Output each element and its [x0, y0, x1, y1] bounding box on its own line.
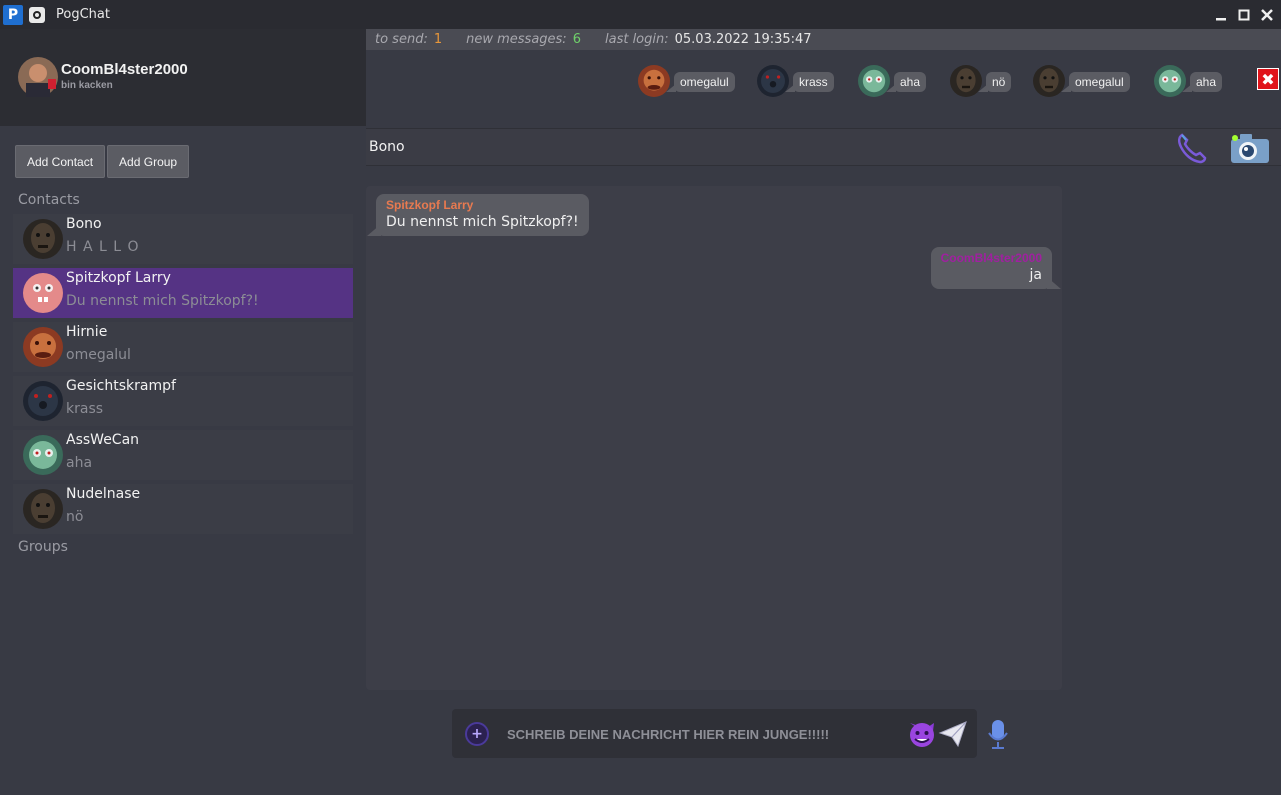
contact-last-message: Du nennst mich Spitzkopf?!: [66, 293, 259, 309]
bubble-avatar: [638, 65, 670, 97]
to-send-label: to send:: [375, 32, 428, 47]
message-text: Du nennst mich Spitzkopf?!: [386, 214, 579, 230]
top-strip: to send: 1 new messages: 6 last login: 0…: [366, 29, 1281, 128]
contact-item[interactable]: Spitzkopf Larry Du nennst mich Spitzkopf…: [13, 268, 353, 318]
stats-bar: to send: 1 new messages: 6 last login: 0…: [366, 29, 1281, 50]
status-bubble[interactable]: nö: [950, 65, 1012, 97]
close-icon: [1260, 8, 1273, 21]
contact-item[interactable]: Hirnie omegalul: [13, 322, 353, 372]
contact-last-message: aha: [66, 455, 93, 471]
status-bubble[interactable]: krass: [757, 65, 834, 97]
title-bar: P PogChat: [0, 0, 1281, 29]
maximize-icon: [1238, 9, 1249, 20]
contact-item[interactable]: AssWeCan aha: [13, 430, 353, 480]
add-contact-button[interactable]: Add Contact: [15, 145, 106, 178]
groups-title[interactable]: Groups: [18, 539, 68, 555]
contact-name: Gesichtskrampf: [66, 378, 176, 394]
chat-messages: Spitzkopf Larry Du nennst mich Spitzkopf…: [366, 186, 1062, 690]
microphone-icon[interactable]: [986, 718, 1010, 750]
contact-item[interactable]: Gesichtskrampf krass: [13, 376, 353, 426]
message-input[interactable]: [507, 721, 897, 747]
contact-name: Nudelnase: [66, 486, 141, 502]
message-text: ja: [1029, 267, 1042, 283]
bubble-text: omegalul: [1061, 72, 1130, 92]
contact-avatar: [23, 435, 63, 475]
phone-icon[interactable]: [1174, 131, 1208, 165]
status-bubble[interactable]: omegalul: [1033, 65, 1130, 97]
camera-icon[interactable]: [1228, 131, 1272, 165]
message-sender: Spitzkopf Larry: [386, 198, 474, 212]
window-title: PogChat: [56, 7, 110, 22]
contact-name: AssWeCan: [66, 432, 140, 448]
contact-name: Bono: [66, 216, 102, 232]
contact-last-message: omegalul: [66, 347, 131, 363]
contact-item[interactable]: Nudelnase nö: [13, 484, 353, 534]
bubble-avatar: [1033, 65, 1065, 97]
contact-list: Bono H A L L O Spitzkopf Larry Du nennst…: [13, 214, 353, 538]
app-logo-icon: P: [3, 4, 23, 25]
message-input-bar: +: [452, 709, 977, 758]
close-red-button[interactable]: ✖: [1257, 68, 1279, 90]
profile-username: CoomBl4ster2000: [61, 61, 188, 78]
bubble-avatar: [1154, 65, 1186, 97]
bubble-text: aha: [885, 72, 927, 92]
contact-name: Spitzkopf Larry: [66, 270, 171, 286]
chat-contact-name: Bono: [369, 139, 405, 155]
contact-avatar: [23, 327, 63, 367]
bubble-avatar: [757, 65, 789, 97]
to-send-value: 1: [433, 32, 443, 47]
contact-item[interactable]: Bono H A L L O: [13, 214, 353, 264]
minimize-button[interactable]: [1210, 5, 1231, 24]
status-bubble[interactable]: aha: [858, 65, 927, 97]
close-window-button[interactable]: [1256, 5, 1277, 24]
last-login-value: 05.03.2022 19:35:47: [674, 32, 812, 47]
contact-avatar: [23, 381, 63, 421]
tray-icon: [29, 6, 45, 23]
bubble-text: aha: [1181, 72, 1223, 92]
contacts-title: Contacts: [18, 192, 80, 208]
bubble-text: krass: [785, 72, 834, 92]
chat-message: CoomBl4ster2000 ja: [930, 247, 1062, 289]
bubble-avatar: [950, 65, 982, 97]
profile-panel: CoomBl4ster2000 bin kacken: [0, 29, 366, 126]
bubble-avatar: [858, 65, 890, 97]
status-bubble[interactable]: omegalul: [638, 65, 735, 97]
user-avatar[interactable]: [18, 57, 58, 97]
contact-avatar: [23, 219, 63, 259]
add-group-button[interactable]: Add Group: [107, 145, 190, 178]
emoji-devil-icon[interactable]: [907, 718, 937, 748]
attach-plus-icon[interactable]: +: [465, 722, 489, 746]
new-messages-value: 6: [572, 32, 581, 47]
chat-message: Spitzkopf Larry Du nennst mich Spitzkopf…: [367, 194, 589, 236]
send-icon[interactable]: [938, 719, 968, 749]
message-sender: CoomBl4ster2000: [940, 251, 1042, 265]
bubble-text: omegalul: [666, 72, 735, 92]
contact-name: Hirnie: [66, 324, 108, 340]
maximize-button[interactable]: [1233, 5, 1254, 24]
recent-bubbles: omegalul krass aha nö omegalul aha: [366, 65, 1246, 99]
contact-avatar: [23, 489, 63, 529]
contact-last-message: nö: [66, 509, 84, 525]
status-bubble[interactable]: aha: [1154, 65, 1223, 97]
contact-avatar: [23, 273, 63, 313]
new-messages-label: new messages:: [466, 32, 567, 47]
profile-status: bin kacken: [61, 80, 113, 91]
bubble-text: nö: [977, 72, 1012, 92]
chat-header: Bono: [366, 128, 1281, 166]
contact-last-message: krass: [66, 401, 104, 417]
contact-last-message: H A L L O: [66, 239, 140, 255]
last-login-label: last login:: [604, 32, 669, 47]
minimize-icon: [1215, 17, 1226, 20]
